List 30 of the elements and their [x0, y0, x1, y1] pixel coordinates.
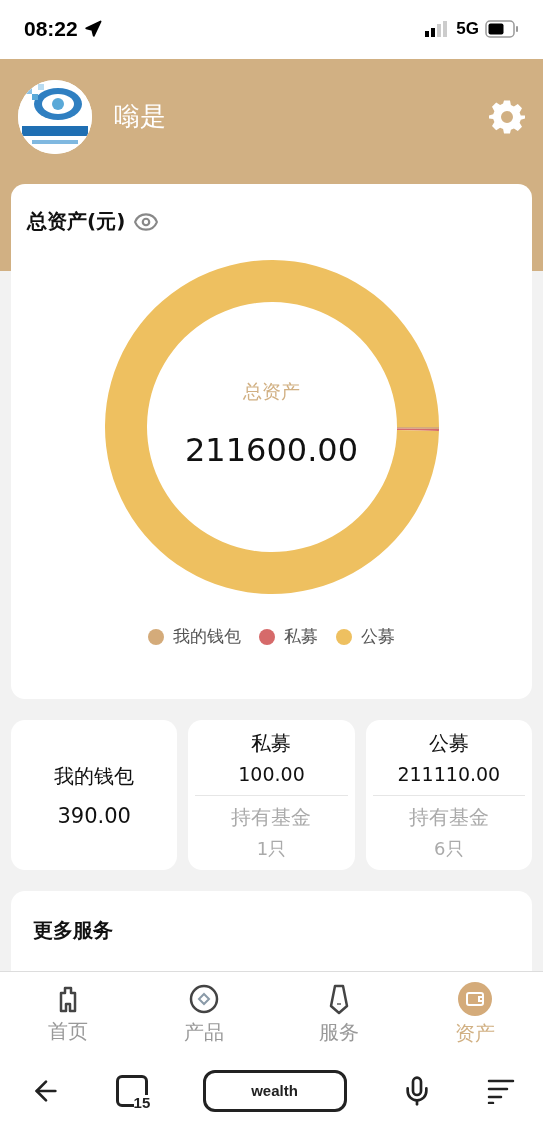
amount: 211110.00 [397, 762, 501, 785]
card-title: 我的钱包 [54, 762, 135, 790]
coin-icon [187, 982, 220, 1015]
address-field[interactable]: wealth [202, 1069, 347, 1112]
user-name: 嗡是 [114, 100, 166, 133]
legend-label: 公募 [361, 625, 395, 649]
legend-label: 私募 [284, 625, 318, 649]
card-title: 公募 [428, 729, 469, 757]
holding-count: 6只 [434, 836, 464, 861]
holding-label: 持有基金 [231, 803, 312, 831]
holding-label: 持有基金 [408, 803, 489, 831]
total-value: 211600.00 [184, 431, 358, 470]
amount: 390.00 [57, 803, 131, 828]
menu-icon[interactable] [487, 1077, 515, 1104]
legend-label: 我的钱包 [173, 625, 241, 649]
tabs-button[interactable]: 15 [116, 1074, 149, 1107]
card-title: 更多服务 [33, 918, 113, 943]
amount: 100.00 [238, 762, 305, 785]
wallet-card[interactable]: 我的钱包 390.00 [11, 720, 178, 871]
card-title: 私募 [251, 729, 292, 757]
holding-count: 1只 [256, 836, 287, 861]
battery-icon [485, 20, 519, 39]
fund-card[interactable]: 私募 100.00 持有基金 1只 [188, 720, 355, 871]
center-label: 总资产 [243, 379, 300, 405]
network-label: 5G [456, 19, 479, 40]
clock-time: 08:22 [24, 17, 78, 42]
location-arrow-icon [83, 20, 102, 39]
card-title: 总资产(元) [27, 208, 126, 236]
fund-card[interactable]: 公募 211110.00 持有基金 6只 [365, 720, 532, 871]
wallet-icon [458, 981, 493, 1016]
